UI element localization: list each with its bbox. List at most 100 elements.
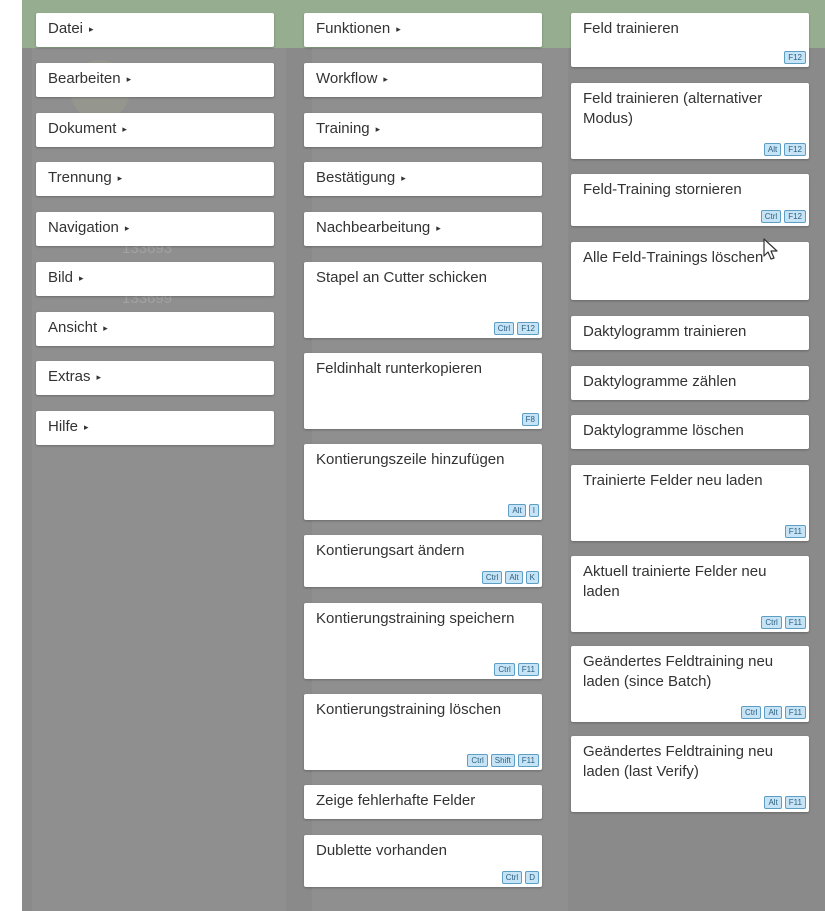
keyboard-shortcut: Ctrl Shift F11 (467, 754, 539, 767)
menu-item-label: Daktylogramme löschen (583, 421, 797, 441)
menu-item-text: Workflow (316, 70, 378, 87)
menu-item-main[interactable]: Bild ▸ (36, 262, 274, 296)
menu-item-label: Dublette vorhanden (316, 841, 530, 861)
menu-item-training[interactable]: Aktuell trainierte Felder neu laden Ctrl F… (571, 556, 809, 632)
menu-item-extras[interactable]: Funktionen ▸ (304, 13, 542, 47)
menu-item-extras[interactable]: Feldinhalt runterkopieren F8 (304, 353, 542, 429)
menu-item-label: Datei ▸ (48, 19, 262, 39)
keyboard-shortcut: F12 (784, 51, 806, 64)
submenu-arrow-icon: ▸ (124, 223, 130, 233)
menu-item-text: Bearbeiten (48, 70, 121, 87)
menu-item-label: Extras ▸ (48, 367, 262, 387)
menu-item-label: Bild ▸ (48, 268, 262, 288)
menu-item-text: Dublette vorhanden (316, 842, 447, 859)
menu-item-label: Geändertes Feldtraining neu laden (last … (583, 742, 797, 782)
keyboard-shortcut: Ctrl F12 (493, 322, 539, 335)
shortcut-key: Ctrl (493, 322, 515, 335)
menu-item-training[interactable]: Feld-Training stornieren Ctrl F12 (571, 174, 809, 226)
menu-item-training[interactable]: Feld trainieren (alternativer Modus) Alt F… (571, 83, 809, 159)
menu-item-text: Training (316, 120, 370, 137)
menu-item-label: Daktylogramm trainieren (583, 322, 797, 342)
shortcut-key: F11 (517, 663, 539, 676)
menu-item-text: Trennung (48, 169, 112, 186)
menu-item-extras[interactable]: Kontierungsart ändern Ctrl Alt K (304, 535, 542, 587)
menu-item-extras[interactable]: Dublette vorhanden Ctrl D (304, 835, 542, 887)
menu-item-extras[interactable]: Workflow ▸ (304, 63, 542, 97)
menu-item-text: Kontierungstraining löschen (316, 701, 502, 718)
submenu-arrow-icon: ▸ (103, 323, 108, 333)
menu-item-main[interactable]: Datei ▸ (36, 13, 274, 47)
menu-item-extras[interactable]: Kontierungszeile hinzufügen Alt I (304, 444, 542, 520)
menu-item-training[interactable]: Trainierte Felder neu laden F11 (571, 465, 809, 541)
menu-item-label: Ansicht ▸ (48, 318, 262, 338)
menu-item-text: Kontierungszeile hinzufügen (316, 451, 505, 468)
shortcut-key: F12 (517, 322, 539, 335)
keyboard-shortcut: Ctrl D (501, 871, 539, 884)
menu-item-extras[interactable]: Zeige fehlerhafte Felder (304, 785, 542, 819)
submenu-arrow-icon: ▸ (401, 173, 406, 183)
submenu-arrow-icon: ▸ (396, 24, 401, 34)
menu-item-text: Dokument (48, 120, 117, 137)
menu-item-label: Bearbeiten ▸ (48, 69, 262, 89)
menu-item-training[interactable]: Daktylogramme löschen (571, 415, 809, 449)
menu-item-label: Trennung ▸ (48, 168, 262, 188)
menu-item-training[interactable]: Daktylogramme zählen (571, 366, 809, 400)
menu-item-main[interactable]: Extras ▸ (36, 361, 274, 395)
submenu-arrow-icon: ▸ (126, 74, 132, 84)
menu-item-main[interactable]: Dokument ▸ (36, 113, 274, 147)
submenu-arrow-icon: ▸ (84, 422, 89, 432)
shortcut-key: I (528, 504, 539, 517)
shortcut-key: F11 (784, 796, 806, 809)
menu-item-label: Trainierte Felder neu laden (583, 471, 797, 491)
menu-item-training[interactable]: Daktylogramm trainieren (571, 316, 809, 350)
keyboard-shortcut: F11 (784, 525, 806, 538)
menu-item-training[interactable]: Geändertes Feldtraining neu laden (last … (571, 736, 809, 812)
menu-item-text: Datei (48, 20, 84, 37)
menu-item-extras[interactable]: Training ▸ (304, 113, 542, 147)
menu-item-main[interactable]: Ansicht ▸ (36, 312, 274, 346)
shortcut-key: K (525, 571, 539, 584)
mouse-cursor-icon (763, 238, 778, 260)
keyboard-shortcut: F8 (521, 413, 539, 426)
menu-item-extras[interactable]: Kontierungstraining löschen Ctrl Shift F11 (304, 694, 542, 770)
shortcut-key: F12 (784, 210, 806, 223)
menu-item-text: Trainierte Felder neu laden (583, 472, 763, 489)
menu-item-label: Stapel an Cutter schicken (316, 268, 530, 288)
menu-item-text: Nachbearbeitung (316, 219, 431, 236)
shortcut-key: Alt (764, 706, 782, 719)
menu-item-main[interactable]: Hilfe ▸ (36, 411, 274, 445)
shortcut-key: Ctrl (501, 871, 523, 884)
menu-item-training[interactable]: Geändertes Feldtraining neu laden (since… (571, 646, 809, 722)
shortcut-key: F12 (784, 143, 806, 156)
menu-item-label: Dokument ▸ (48, 119, 262, 139)
menu-item-text: Navigation (48, 219, 119, 236)
menu-item-text: Bild (48, 269, 74, 286)
shortcut-key: D (525, 871, 539, 884)
menu-item-extras[interactable]: Nachbearbeitung ▸ (304, 212, 542, 246)
submenu-arrow-icon: ▸ (79, 273, 84, 283)
menu-item-label: Workflow ▸ (316, 69, 530, 89)
keyboard-shortcut: Ctrl F12 (760, 210, 806, 223)
menu-item-extras[interactable]: Kontierungstraining speichern Ctrl F11 (304, 603, 542, 679)
menu-item-main[interactable]: Navigation ▸ (36, 212, 274, 246)
shortcut-key: F12 (784, 51, 806, 64)
menu-item-label: Daktylogramme zählen (583, 372, 797, 392)
menu-item-text: Feld-Training stornieren (583, 181, 742, 198)
menu-item-main[interactable]: Trennung ▸ (36, 162, 274, 196)
menu-item-extras[interactable]: Bestätigung ▸ (304, 162, 542, 196)
menu-item-text: Ansicht (48, 319, 98, 336)
shortcut-key: Alt (505, 571, 523, 584)
menu-item-label: Feldinhalt runterkopieren (316, 359, 530, 379)
menu-item-extras[interactable]: Stapel an Cutter schicken Ctrl F12 (304, 262, 542, 338)
shortcut-key: F11 (784, 706, 806, 719)
menu-item-label: Navigation ▸ (48, 218, 262, 238)
keyboard-shortcut: Alt F11 (764, 796, 806, 809)
menu-item-text: Daktylogramm trainieren (583, 323, 747, 340)
menu-item-text: Feld trainieren (alternativer Modus) (583, 90, 763, 127)
menu-item-main[interactable]: Bearbeiten ▸ (36, 63, 274, 97)
shortcut-key: Alt (764, 796, 782, 809)
menu-item-training[interactable]: Feld trainieren F12 (571, 13, 809, 67)
shortcut-key: Ctrl (481, 571, 503, 584)
submenu-arrow-icon: ▸ (117, 173, 123, 183)
shortcut-key: F11 (784, 616, 806, 629)
